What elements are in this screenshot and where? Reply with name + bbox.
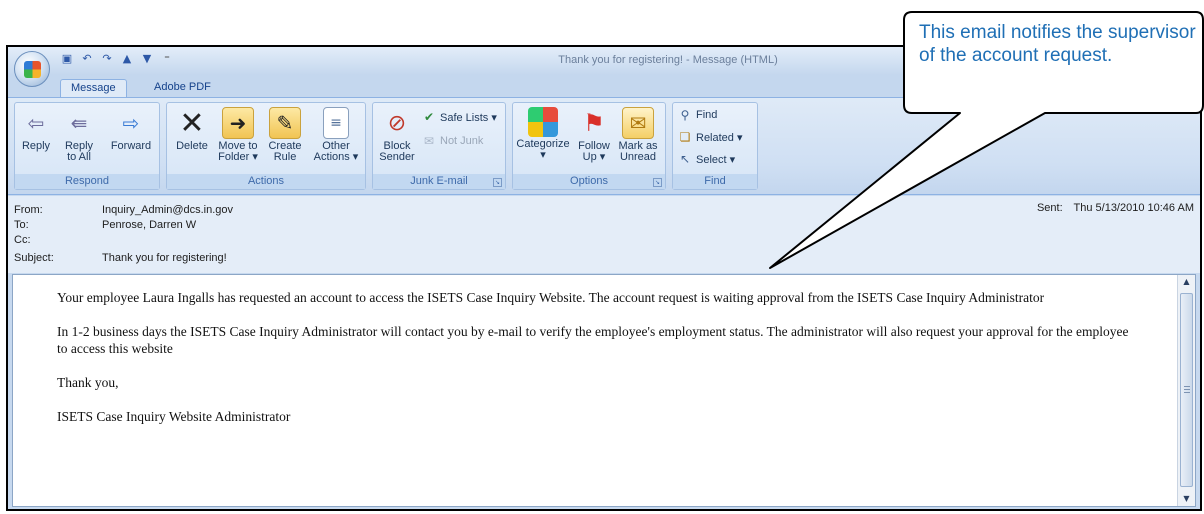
to-label: To:	[14, 219, 29, 231]
sent-row: Sent: Thu 5/13/2010 10:46 AM	[1037, 202, 1194, 214]
callout-text: This email notifies the supervisor of th…	[919, 22, 1196, 66]
undo-icon[interactable]: ↶	[80, 52, 94, 66]
message-header: From: Inquiry_Admin@dcs.in.gov To: Penro…	[8, 196, 1200, 273]
reply-label: Reply	[21, 140, 51, 152]
find-group: ⚲ Find ❏ Related ▾ ↖ Select ▾ Find	[672, 102, 758, 190]
block-sender-icon: ⊘	[387, 110, 407, 136]
forward-icon: ⇨	[122, 111, 140, 135]
save-icon[interactable]: ▣	[60, 52, 74, 66]
body-paragraph: Thank you,	[57, 375, 119, 390]
body-paragraph: Your employee Laura Ingalls has requeste…	[57, 290, 1045, 305]
respond-group-label: Respond	[15, 174, 159, 189]
office-logo-icon	[24, 61, 41, 78]
scrollbar-thumb[interactable]	[1180, 293, 1193, 487]
ribbon-tab-bar: Message Adobe PDF	[8, 75, 1200, 97]
from-label: From:	[14, 204, 43, 216]
vertical-scrollbar[interactable]: ▲ ▼	[1177, 275, 1195, 506]
other-actions-icon: ≡	[323, 107, 349, 139]
create-rule-icon: ✎	[269, 107, 301, 139]
move-to-folder-button[interactable]: ➜ Move to Folder ▾	[215, 107, 261, 163]
previous-item-icon[interactable]: ▲	[120, 52, 134, 66]
ribbon: ⇦ Reply ⇚ Reply to All ⇨ Forward Respond…	[8, 97, 1200, 195]
select-button[interactable]: ↖ Select ▾	[677, 151, 735, 167]
tab-message[interactable]: Message	[60, 79, 127, 97]
safe-lists-label: Safe Lists ▾	[440, 111, 497, 124]
subject-label: Subject:	[14, 252, 54, 264]
mark-as-unread-button[interactable]: ✉ Mark as Unread	[615, 107, 661, 163]
related-icon: ❏	[679, 130, 691, 144]
options-dialog-launcher-icon[interactable]: ↘	[653, 178, 662, 187]
junk-email-group-label: Junk E-mail	[373, 174, 505, 189]
subject-value: Thank you for registering!	[102, 252, 227, 264]
sent-label: Sent:	[1036, 202, 1063, 214]
not-junk-label: Not Junk	[440, 135, 484, 147]
find-button[interactable]: ⚲ Find	[677, 107, 718, 123]
follow-up-label: Follow Up ▾	[578, 140, 610, 163]
forward-button[interactable]: ⇨ Forward	[107, 107, 155, 152]
junk-email-group: ⊘ Block Sender ✔ Safe Lists ▾ ✉ Not Junk…	[372, 102, 506, 190]
delete-icon: ✕	[179, 105, 205, 141]
reply-icon: ⇦	[27, 111, 45, 135]
follow-up-button[interactable]: ⚑ Follow Up ▾	[575, 107, 613, 163]
delete-button[interactable]: ✕ Delete	[173, 105, 211, 152]
from-value[interactable]: Inquiry_Admin@dcs.in.gov	[102, 204, 233, 216]
not-junk-icon: ✉	[423, 134, 435, 148]
block-sender-label: Block Sender	[379, 140, 415, 163]
to-value[interactable]: Penrose, Darren W	[102, 219, 196, 231]
follow-up-flag-icon: ⚑	[583, 109, 605, 137]
message-window: ▣ ↶ ↷ ▲ ▼ ⁼ Thank you for registering! -…	[6, 45, 1202, 511]
scroll-up-icon[interactable]: ▲	[1178, 275, 1195, 289]
categorize-label: Categorize ▾	[516, 138, 570, 161]
options-group-label: Options	[513, 174, 665, 189]
reply-all-label: Reply to All	[64, 140, 94, 163]
respond-group: ⇦ Reply ⇚ Reply to All ⇨ Forward Respond	[14, 102, 160, 190]
message-body-text: Your employee Laura Ingalls has requeste…	[57, 289, 1137, 442]
mark-as-unread-icon: ✉	[622, 107, 654, 139]
tab-adobe-pdf[interactable]: Adobe PDF	[144, 79, 221, 97]
cc-label: Cc:	[14, 234, 31, 246]
create-rule-label: Create Rule	[268, 140, 302, 163]
body-signature: ISETS Case Inquiry Website Administrator	[57, 409, 291, 424]
reply-all-button[interactable]: ⇚ Reply to All	[59, 107, 99, 163]
redo-icon[interactable]: ↷	[100, 52, 114, 66]
safe-lists-button[interactable]: ✔ Safe Lists ▾	[421, 109, 497, 125]
message-body[interactable]: Your employee Laura Ingalls has requeste…	[12, 274, 1196, 507]
other-actions-button[interactable]: ≡ Other Actions ▾	[311, 107, 361, 163]
safe-lists-icon: ✔	[423, 110, 435, 124]
scrollbar-grip-icon	[1184, 386, 1190, 393]
mark-as-unread-label: Mark as Unread	[618, 140, 658, 163]
block-sender-button[interactable]: ⊘ Block Sender	[377, 107, 417, 163]
related-button[interactable]: ❏ Related ▾	[677, 129, 743, 145]
reply-all-icon: ⇚	[70, 111, 88, 135]
find-group-label: Find	[673, 174, 757, 189]
move-to-folder-icon: ➜	[222, 107, 254, 139]
categorize-button[interactable]: Categorize ▾	[515, 107, 571, 161]
actions-group: ✕ Delete ➜ Move to Folder ▾ ✎ Create Rul…	[166, 102, 366, 190]
sent-value: Thu 5/13/2010 10:46 AM	[1073, 202, 1194, 214]
forward-label: Forward	[110, 140, 152, 152]
scroll-down-icon[interactable]: ▼	[1178, 492, 1195, 506]
quick-access-toolbar: ▣ ↶ ↷ ▲ ▼ ⁼	[60, 52, 174, 66]
find-label: Find	[696, 109, 718, 121]
actions-group-label: Actions	[167, 174, 365, 189]
customize-toolbar-icon[interactable]: ⁼	[160, 52, 174, 66]
body-paragraph: In 1-2 business days the ISETS Case Inqu…	[57, 324, 1129, 356]
categorize-icon	[528, 107, 558, 137]
select-label: Select ▾	[696, 153, 736, 166]
office-button[interactable]	[14, 51, 50, 87]
options-group: Categorize ▾ ⚑ Follow Up ▾ ✉ Mark as Unr…	[512, 102, 666, 190]
next-item-icon[interactable]: ▼	[140, 52, 154, 66]
select-cursor-icon: ↖	[679, 152, 691, 166]
reply-button[interactable]: ⇦ Reply	[19, 107, 53, 152]
junk-email-dialog-launcher-icon[interactable]: ↘	[493, 178, 502, 187]
related-label: Related ▾	[696, 131, 743, 144]
binoculars-icon: ⚲	[680, 108, 690, 122]
create-rule-button[interactable]: ✎ Create Rule	[265, 107, 305, 163]
not-junk-button[interactable]: ✉ Not Junk	[421, 133, 483, 149]
delete-label: Delete	[176, 140, 208, 152]
move-to-folder-label: Move to Folder ▾	[218, 140, 258, 163]
other-actions-label: Other Actions ▾	[313, 140, 359, 163]
